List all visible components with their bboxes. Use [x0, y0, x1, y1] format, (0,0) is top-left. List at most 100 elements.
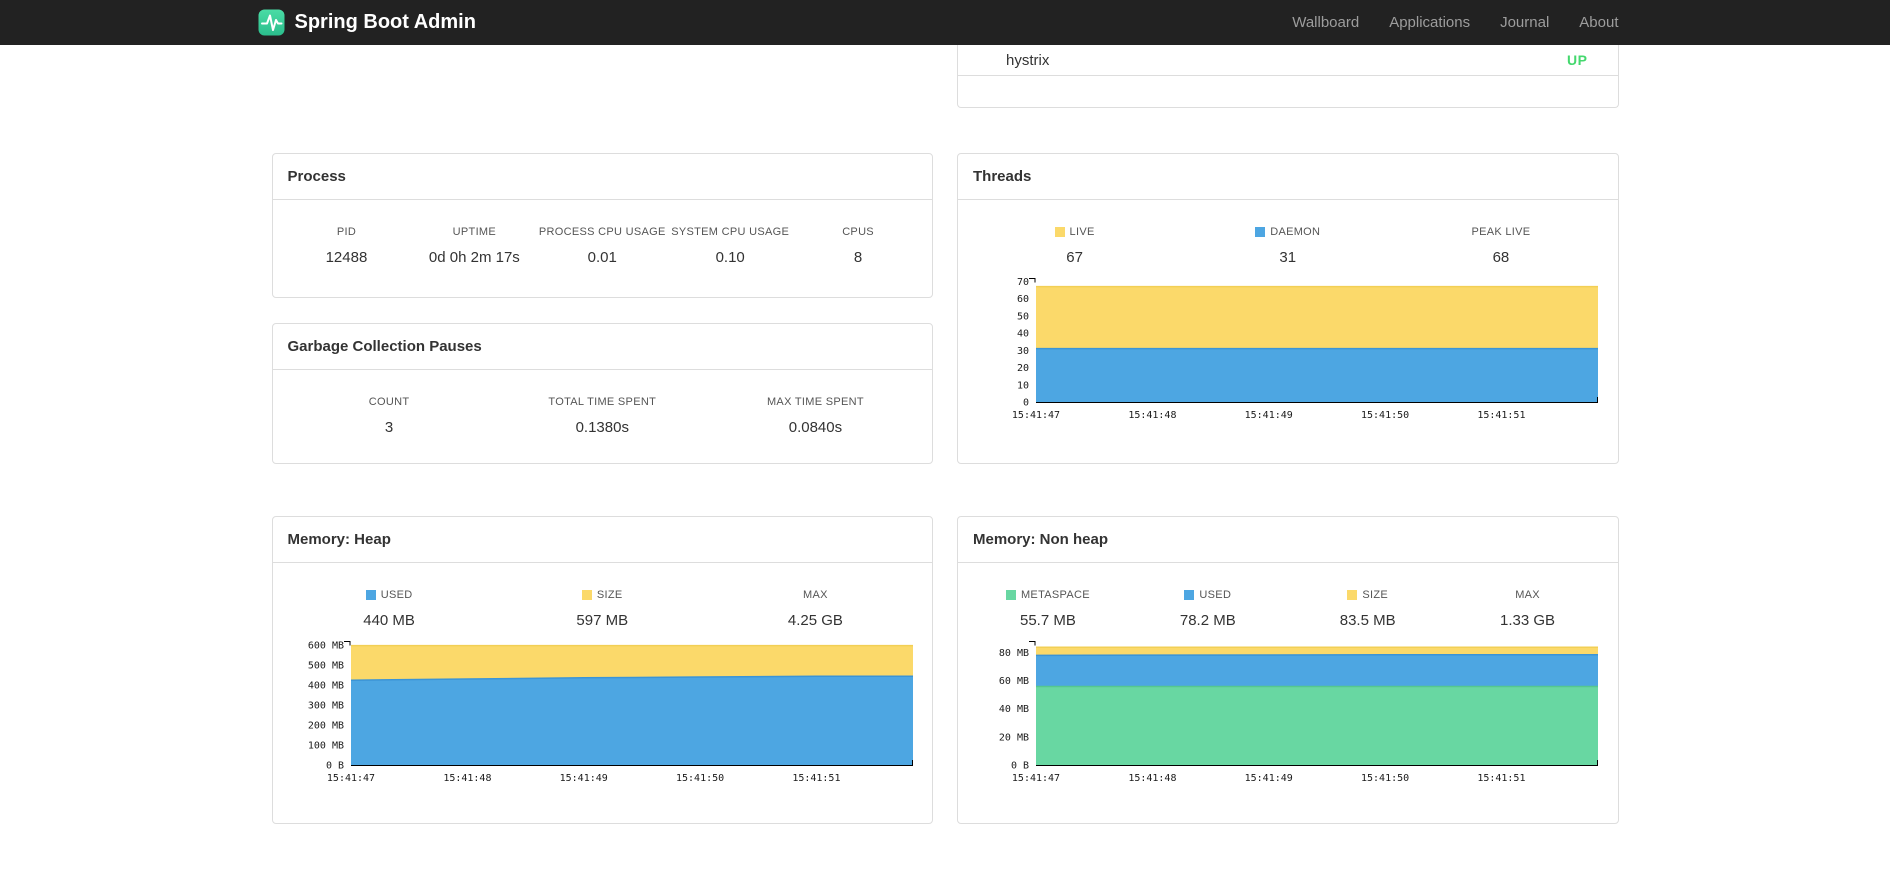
stat-value: 0.10 [715, 249, 745, 266]
y-tick-label: 60 MB [999, 676, 1029, 687]
heap-stats: USED 440 MB SIZE 597 MB MAX 4.25 GB [273, 563, 933, 629]
nav-item-about[interactable]: About [1564, 0, 1618, 45]
threads-stats: LIVE 67 DAEMON 31 PEAK LIVE 68 [958, 200, 1618, 266]
application-row[interactable]: hystrix UP [958, 45, 1618, 76]
area-series-metaspace [1036, 686, 1598, 765]
y-axis-top-tick [1029, 641, 1036, 646]
stat-value: 1.33 GB [1500, 612, 1556, 629]
y-axis-top-tick [1029, 278, 1036, 283]
nav-item-journal[interactable]: Journal [1485, 0, 1564, 45]
stat-size: SIZE 83.5 MB [1288, 589, 1448, 629]
stat-label: PID [336, 226, 357, 238]
y-tick-label: 10 [1017, 380, 1029, 391]
stat-value: 0.01 [587, 249, 617, 266]
stat-value: 31 [1279, 249, 1297, 266]
line-series-used [1035, 654, 1598, 657]
stat-label: PROCESS CPU USAGE [538, 226, 666, 238]
stat-label: USED [1128, 589, 1288, 601]
stat-used: USED 440 MB [283, 589, 496, 629]
nonheap-stats: METASPACE 55.7 MB USED 78.2 MB SIZE 83.5 MB MA… [958, 563, 1618, 629]
stat-max: MAX 1.33 GB [1448, 589, 1608, 629]
application-name: hystrix [1006, 51, 1050, 69]
gc-card-title: Garbage Collection Pauses [272, 324, 932, 370]
y-tick-label: 60 [1017, 294, 1029, 305]
stat-value: 12488 [325, 249, 368, 266]
area-series-used [350, 676, 913, 765]
nav-item-applications[interactable]: Applications [1374, 0, 1485, 45]
y-axis-top-tick [343, 641, 350, 646]
y-tick-label: 400 MB [307, 681, 343, 692]
stat-value: 440 MB [363, 612, 415, 629]
y-tick-label: 20 [1017, 363, 1029, 374]
stat-value: 78.2 MB [1179, 612, 1236, 629]
stat-label: UPTIME [452, 226, 497, 238]
stat-daemon: DAEMON 31 [1181, 226, 1394, 266]
left-column: Process PID 12488 UPTIME 0d 0h 2m 17s PROCES… [271, 153, 933, 464]
threads-chart: 0 10 20 30 40 50 60 70 15:41:47 15:41:48 15:41:49 1… [1012, 277, 1598, 421]
y-tick-label: 40 MB [999, 704, 1029, 715]
stat-label: SIZE [496, 589, 709, 601]
legend-swatch-icon [581, 590, 592, 600]
stat-cpus: CPUS 8 [794, 226, 922, 266]
stat-label: MAX [803, 589, 828, 601]
stat-value: 68 [1492, 249, 1510, 266]
stat-label: MAX TIME SPENT [766, 396, 864, 408]
x-tick-label: 15:41:49 [559, 773, 607, 784]
heap-chart-wrap: 0 B 100 MB 200 MB 300 MB 400 MB 500 MB 600 MB 1… [273, 633, 933, 798]
memory-nonheap-card: Memory: Non heap METASPACE 55.7 MB USED 78.… [957, 516, 1619, 824]
threads-card: Threads LIVE 67 DAEMON 31 PEAK LIVE 68 0 10 20 3… [957, 153, 1619, 464]
process-card-title: Process [272, 154, 932, 200]
heap-memory-chart: 0 B 100 MB 200 MB 300 MB 400 MB 500 MB 600 MB 1… [307, 641, 913, 784]
stat-label: SYSTEM CPU USAGE [671, 226, 790, 238]
y-tick-label: 80 MB [999, 648, 1029, 659]
threads-card-title: Threads [958, 154, 1618, 200]
nav-item-wallboard[interactable]: Wallboard [1277, 0, 1374, 45]
stat-label: COUNT [368, 396, 410, 408]
process-stats: PID 12488 UPTIME 0d 0h 2m 17s PROCESS CPU US… [273, 200, 933, 266]
x-tick-label: 15:41:50 [676, 773, 724, 784]
x-tick-label: 15:41:47 [1012, 410, 1060, 421]
y-tick-label: 30 [1017, 346, 1029, 357]
y-tick-label: 40 [1017, 329, 1029, 340]
legend-swatch-icon [365, 590, 376, 600]
stat-value: 8 [853, 249, 863, 266]
heap-card-title: Memory: Heap [272, 517, 932, 563]
left-column-spacer [272, 45, 934, 108]
x-tick-label: 15:41:50 [1361, 773, 1409, 784]
nonheap-card-title: Memory: Non heap [958, 517, 1618, 563]
brand-link[interactable]: Spring Boot Admin [258, 9, 476, 36]
x-tick-label: 15:41:51 [1477, 773, 1525, 784]
brand-logo-icon [258, 9, 285, 36]
y-tick-label: 70 [1017, 277, 1029, 288]
y-tick-label: 0 [1023, 398, 1029, 409]
y-tick-label: 20 MB [999, 732, 1029, 743]
status-badge: UP [1567, 52, 1588, 68]
stat-value: 597 MB [576, 612, 629, 629]
x-tick-label: 15:41:49 [1245, 773, 1293, 784]
stat-value: 55.7 MB [1020, 612, 1076, 629]
nav-links: Wallboard Applications Journal About [1277, 0, 1618, 45]
y-tick-label: 200 MB [307, 721, 343, 732]
legend-swatch-icon [1255, 227, 1266, 237]
nonheap-memory-chart: 0 B 20 MB 40 MB 60 MB 80 MB 15:41:47 15:41:48 1… [999, 641, 1598, 784]
y-tick-label: 0 B [325, 761, 343, 772]
stat-used: USED 78.2 MB [1128, 589, 1288, 629]
y-tick-label: 600 MB [307, 641, 343, 652]
stat-total-time-spent: TOTAL TIME SPENT 0.1380s [496, 396, 709, 436]
x-tick-label: 15:41:48 [1128, 773, 1176, 784]
x-tick-label: 15:41:48 [1128, 410, 1176, 421]
x-tick-label: 15:41:47 [326, 773, 374, 784]
area-series-daemon [1036, 348, 1598, 402]
stat-value: 4.25 GB [787, 612, 843, 629]
y-tick-label: 0 B [1011, 761, 1029, 772]
process-card: Process PID 12488 UPTIME 0d 0h 2m 17s PROCES… [271, 153, 933, 298]
legend-swatch-icon [1347, 590, 1358, 600]
stat-value: 0.0840s [788, 419, 843, 436]
stat-uptime: UPTIME 0d 0h 2m 17s [410, 226, 538, 266]
nonheap-chart-wrap: 0 B 20 MB 40 MB 60 MB 80 MB 15:41:47 15:41:48 1… [958, 633, 1618, 798]
stat-pid: PID 12488 [283, 226, 411, 266]
stat-peak-live: PEAK LIVE 68 [1394, 226, 1607, 266]
stat-max: MAX 4.25 GB [709, 589, 922, 629]
applications-status-card: hystrix UP [957, 45, 1619, 108]
legend-swatch-icon [1184, 590, 1195, 600]
